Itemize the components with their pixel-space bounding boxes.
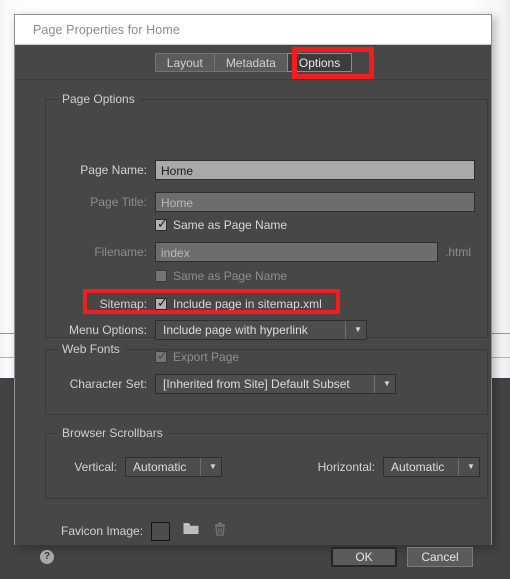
chevron-down-icon: ▼ [467,462,475,471]
web-fonts-legend: Web Fonts [57,342,125,356]
menu-options-label: Menu Options: [68,323,147,337]
trash-icon[interactable] [213,522,227,541]
dialog-body: Layout Metadata Options Page Options Pag… [15,45,491,567]
filename-same-as-page-name-label: Same as Page Name [173,269,288,283]
page-name-label: Page Name: [80,163,147,177]
ok-button[interactable]: OK [331,547,397,567]
menu-options-row: Menu Options: Include page with hyperlin… [61,320,367,340]
character-set-dropdown-value: [Inherited from Site] Default Subset [163,377,350,391]
dropdown-separator [200,458,201,476]
page-title-same-as-page-name-checkbox[interactable]: ✓ [155,216,168,231]
scrollbar-horizontal-dropdown[interactable]: Automatic ▼ [383,457,480,477]
scrollbar-vertical-dropdown-value: Automatic [133,460,187,474]
page-name-input[interactable]: Home [155,160,475,180]
scrollbar-vertical-label: Vertical: [74,460,117,474]
scrollbar-vertical-row: Vertical: Automatic ▼ [65,457,222,477]
sitemap-row: Sitemap: ✓ Include page in sitemap.xml [61,294,322,314]
sitemap-include-label: Include page in sitemap.xml [173,297,322,311]
dropdown-separator [374,375,375,393]
page-properties-dialog: Page Properties for Home Layout Metadata… [14,14,492,567]
favicon-image-label: Favicon Image: [61,524,144,538]
filename-same-as-page-name-row[interactable]: Same as Page Name [155,266,287,286]
dropdown-separator [345,321,346,339]
chevron-down-icon: ▼ [383,379,391,388]
scrollbar-horizontal-row: Horizontal: Automatic ▼ [309,457,480,477]
page-title-row: Page Title: Home [61,192,475,212]
dialog-title: Page Properties for Home [33,22,180,37]
character-set-row: Character Set: [Inherited from Site] Def… [61,374,396,394]
page-options-legend: Page Options [57,92,140,106]
tab-layout[interactable]: Layout [154,52,215,72]
filename-label: Filename: [94,245,147,259]
page-title-same-as-page-name-label: Same as Page Name [173,218,288,232]
page-name-row: Page Name: Home [61,160,475,180]
browser-scrollbars-legend: Browser Scrollbars [57,426,168,440]
dialog-tab-bar: Layout Metadata Options [15,45,491,80]
dialog-footer-buttons: OK Cancel [331,547,473,567]
chevron-down-icon: ▼ [209,462,217,471]
help-icon[interactable]: ? [40,550,54,564]
sitemap-include-checkbox[interactable]: ✓ [155,295,168,310]
dialog-footer: ? OK Cancel [15,539,491,575]
favicon-image-swatch[interactable] [151,521,171,541]
scrollbar-horizontal-label: Horizontal: [317,460,375,474]
filename-input: index [155,242,438,262]
tab-options[interactable]: Options [286,52,353,72]
character-set-dropdown[interactable]: [Inherited from Site] Default Subset ▼ [155,374,396,394]
filename-row: Filename: index .html [61,242,471,262]
filename-same-as-page-name-checkbox[interactable] [155,270,167,282]
checkmark-icon: ✓ [157,216,168,231]
folder-icon[interactable] [183,522,199,540]
page-title-label: Page Title: [90,195,147,209]
menu-options-dropdown[interactable]: Include page with hyperlink ▼ [155,320,367,340]
scrollbar-vertical-dropdown[interactable]: Automatic ▼ [125,457,222,477]
page-title-same-as-page-name-row[interactable]: ✓ Same as Page Name [155,215,287,235]
page-title-input: Home [155,192,475,212]
tab-metadata[interactable]: Metadata [213,52,288,72]
checkmark-icon: ✓ [157,295,168,310]
sitemap-label: Sitemap: [99,297,147,311]
dialog-titlebar: Page Properties for Home [15,15,491,45]
menu-options-dropdown-value: Include page with hyperlink [163,323,308,337]
scrollbar-horizontal-dropdown-value: Automatic [391,460,445,474]
character-set-label: Character Set: [69,377,147,391]
cancel-button[interactable]: Cancel [407,547,473,567]
dropdown-separator [458,458,459,476]
chevron-down-icon: ▼ [354,325,362,334]
filename-extension-label: .html [445,245,472,259]
